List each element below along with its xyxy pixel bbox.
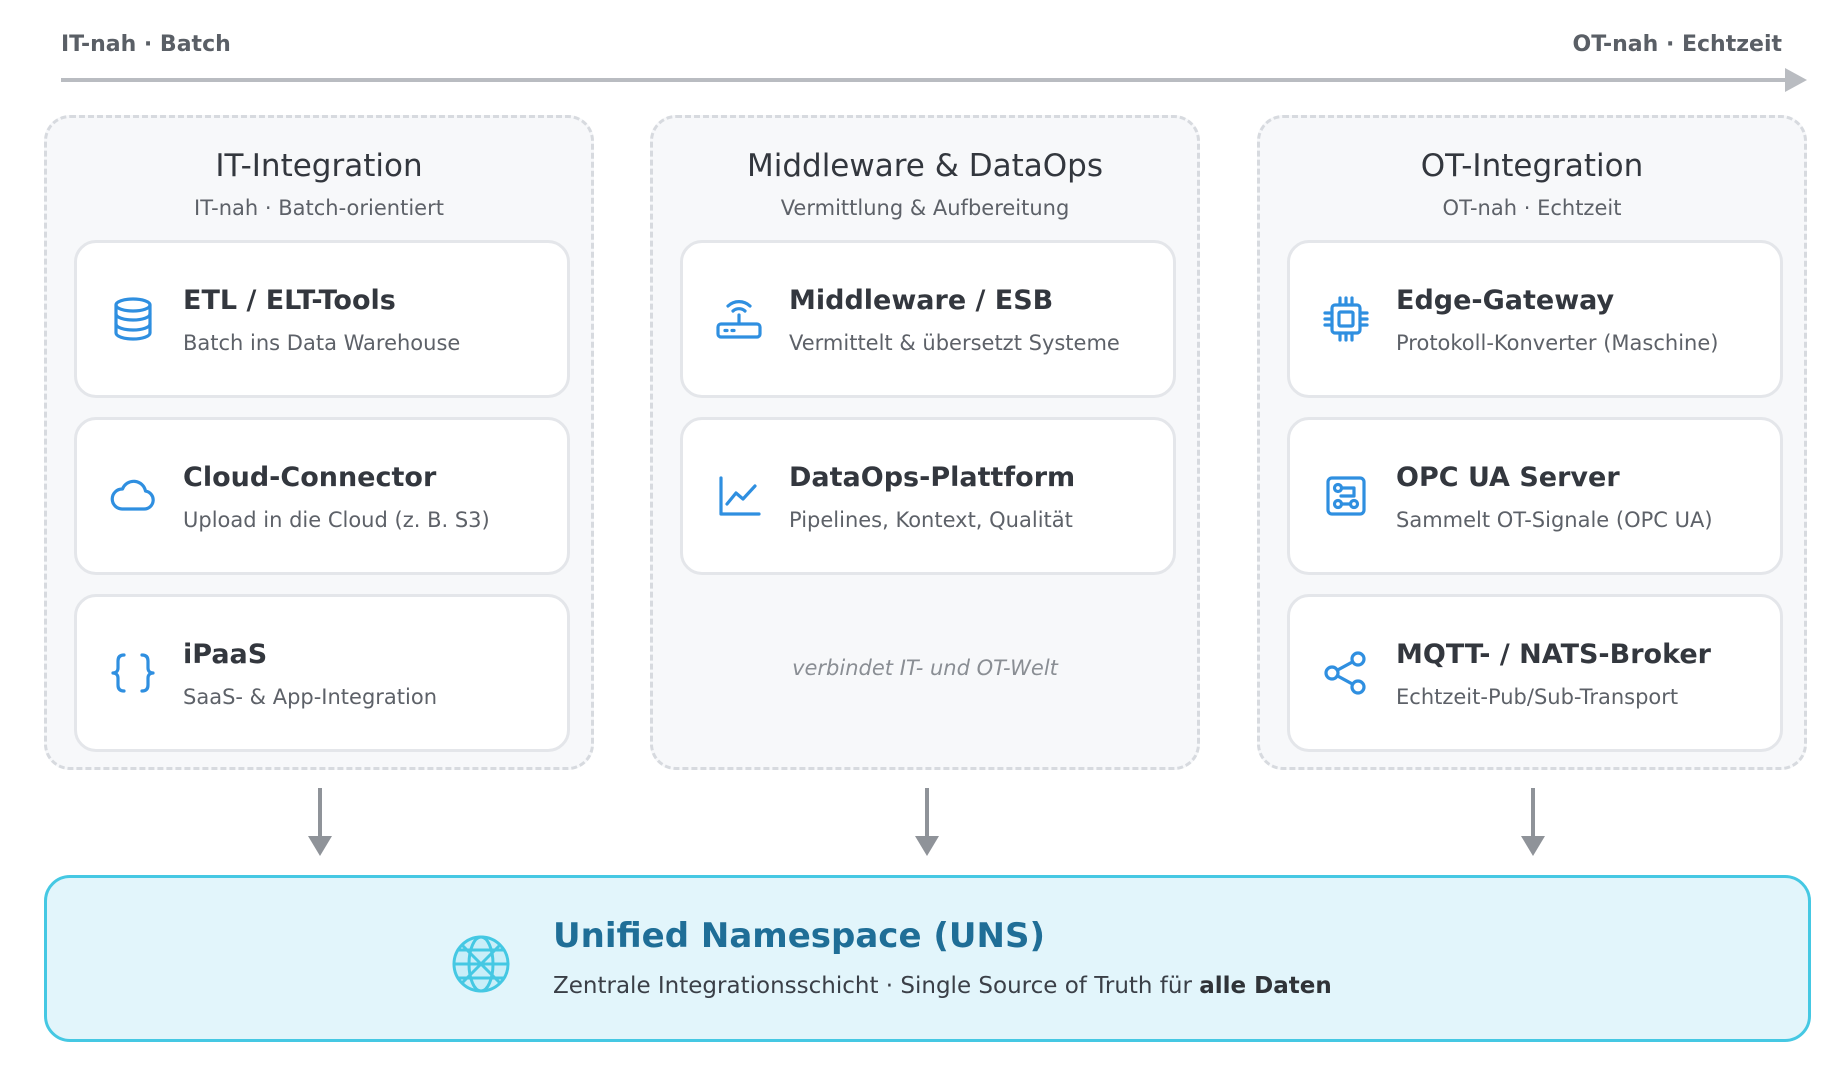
uns-title: Unified Namespace (UNS)	[553, 916, 1045, 956]
column-subtitle: Vermittlung & Aufbereitung	[780, 196, 1070, 220]
column-it-integration: IT-Integration IT-nah · Batch-orientiert…	[44, 115, 594, 770]
card-title: MQTT- / NATS-Broker	[1396, 639, 1711, 670]
card-mqtt-nats-broker: MQTT- / NATS-Broker Echtzeit-Pub/Sub-Tra…	[1287, 594, 1783, 752]
arrow-it-to-uns	[306, 788, 334, 858]
column-ot-integration: OT-Integration OT-nah · Echtzeit Edge-Ga…	[1257, 115, 1807, 770]
uns-subtitle-text: Zentrale Integrationsschicht · Single So…	[553, 973, 1200, 999]
database-icon	[107, 293, 159, 345]
card-title: Middleware / ESB	[789, 285, 1054, 316]
card-title: Edge-Gateway	[1396, 285, 1615, 316]
card-opc-ua-server: OPC UA Server Sammelt OT-Signale (OPC UA…	[1287, 417, 1783, 575]
axis-label-left: IT-nah · Batch	[61, 32, 231, 57]
card-description: SaaS- & App-Integration	[183, 685, 438, 709]
share-icon	[1320, 647, 1372, 699]
card-title: Cloud-Connector	[183, 462, 437, 493]
globe-network-icon	[449, 932, 513, 996]
braces-icon	[107, 647, 159, 699]
card-description: Protokoll-Konverter (Maschine)	[1396, 331, 1719, 355]
line-chart-icon	[713, 470, 765, 522]
axis-line	[61, 78, 1796, 82]
card-title: iPaaS	[183, 639, 268, 670]
axis-label-right: OT-nah · Echtzeit	[1572, 32, 1782, 57]
column-subtitle: IT-nah · Batch-orientiert	[194, 196, 444, 220]
column-middleware-dataops: Middleware & DataOps Vermittlung & Aufbe…	[650, 115, 1200, 770]
uns-subtitle: Zentrale Integrationsschicht · Single So…	[553, 973, 1332, 999]
card-title: ETL / ELT-Tools	[183, 285, 396, 316]
card-title: DataOps-Plattform	[789, 462, 1076, 493]
arrow-middleware-to-uns	[913, 788, 941, 858]
unified-namespace-box: Unified Namespace (UNS) Zentrale Integra…	[44, 875, 1811, 1042]
uns-subtitle-emphasis: alle Daten	[1199, 973, 1332, 999]
card-middleware-esb: Middleware / ESB Vermittelt & übersetzt …	[680, 240, 1176, 398]
column-title: OT-Integration	[1420, 148, 1644, 184]
column-subtitle: OT-nah · Echtzeit	[1442, 196, 1622, 220]
column-title: Middleware & DataOps	[746, 148, 1103, 184]
card-description: Vermittelt & übersetzt Systeme	[789, 331, 1120, 355]
cloud-icon	[107, 470, 159, 522]
card-cloud-connector: Cloud-Connector Upload in die Cloud (z. …	[74, 417, 570, 575]
chip-icon	[1320, 293, 1372, 345]
card-ipaas: iPaaS SaaS- & App-Integration	[74, 594, 570, 752]
circuit-icon	[1320, 470, 1372, 522]
card-description: Sammelt OT-Signale (OPC UA)	[1396, 508, 1713, 532]
card-description: Batch ins Data Warehouse	[183, 331, 461, 355]
card-description: Echtzeit-Pub/Sub-Transport	[1396, 685, 1679, 709]
router-icon	[713, 293, 765, 345]
card-edge-gateway: Edge-Gateway Protokoll-Konverter (Maschi…	[1287, 240, 1783, 398]
axis-arrow-head	[1785, 68, 1807, 92]
card-description: Pipelines, Kontext, Qualität	[789, 508, 1073, 532]
card-dataops-plattform: DataOps-Plattform Pipelines, Kontext, Qu…	[680, 417, 1176, 575]
card-title: OPC UA Server	[1396, 462, 1620, 493]
column-title: IT-Integration	[215, 148, 423, 184]
card-etl-elt-tools: ETL / ELT-Tools Batch ins Data Warehouse	[74, 240, 570, 398]
arrow-ot-to-uns	[1519, 788, 1547, 858]
card-description: Upload in die Cloud (z. B. S3)	[183, 508, 490, 532]
middleware-note: verbindet IT- und OT-Welt	[792, 656, 1058, 680]
